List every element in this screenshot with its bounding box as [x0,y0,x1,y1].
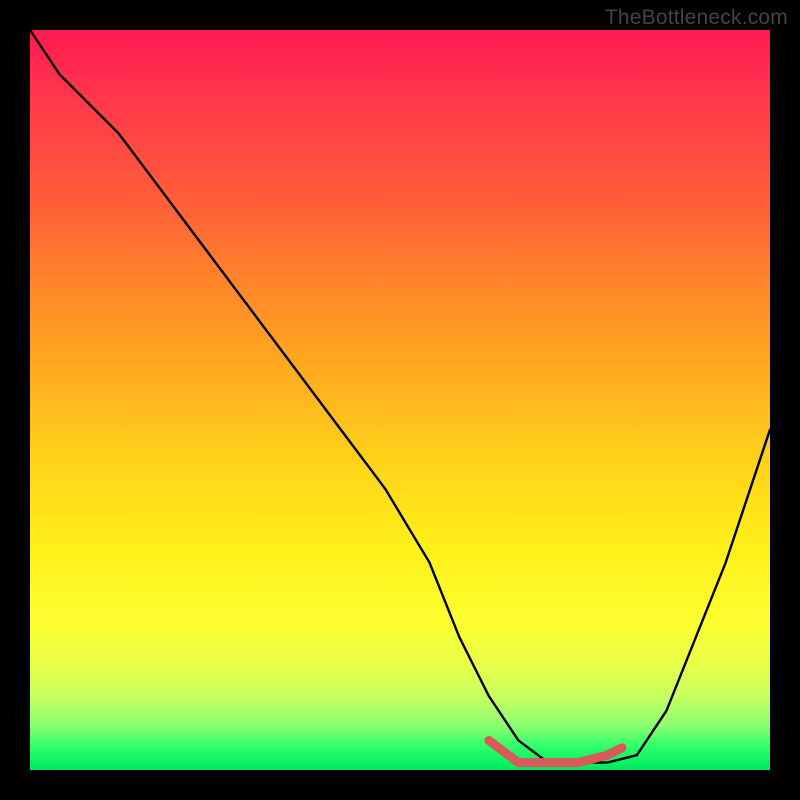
bottleneck-curve [30,30,770,763]
curve-layer [30,30,770,770]
chart-frame: TheBottleneck.com [0,0,800,800]
watermark-text: TheBottleneck.com [605,6,788,30]
flat-bottom-highlight [489,740,622,762]
plot-area [30,30,770,770]
